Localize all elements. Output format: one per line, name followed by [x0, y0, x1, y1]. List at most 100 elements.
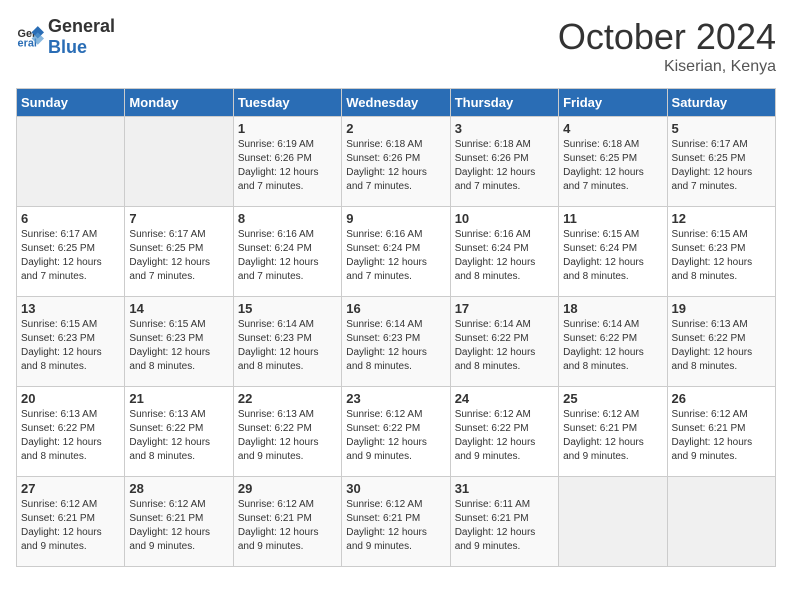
day-info: Sunrise: 6:19 AMSunset: 6:26 PMDaylight:… [238, 139, 319, 192]
day-number: 17 [455, 301, 554, 316]
calendar-cell: 10 Sunrise: 6:16 AMSunset: 6:24 PMDaylig… [450, 207, 558, 297]
day-number: 5 [672, 121, 771, 136]
day-info: Sunrise: 6:16 AMSunset: 6:24 PMDaylight:… [455, 229, 536, 282]
calendar-cell: 22 Sunrise: 6:13 AMSunset: 6:22 PMDaylig… [233, 387, 341, 477]
day-info: Sunrise: 6:15 AMSunset: 6:23 PMDaylight:… [672, 229, 753, 282]
calendar-cell: 25 Sunrise: 6:12 AMSunset: 6:21 PMDaylig… [559, 387, 667, 477]
day-info: Sunrise: 6:12 AMSunset: 6:21 PMDaylight:… [21, 499, 102, 552]
day-info: Sunrise: 6:12 AMSunset: 6:21 PMDaylight:… [129, 499, 210, 552]
day-number: 3 [455, 121, 554, 136]
day-number: 24 [455, 391, 554, 406]
day-info: Sunrise: 6:18 AMSunset: 6:25 PMDaylight:… [563, 139, 644, 192]
day-info: Sunrise: 6:12 AMSunset: 6:22 PMDaylight:… [455, 409, 536, 462]
day-info: Sunrise: 6:17 AMSunset: 6:25 PMDaylight:… [129, 229, 210, 282]
calendar-cell: 14 Sunrise: 6:15 AMSunset: 6:23 PMDaylig… [125, 297, 233, 387]
day-number: 22 [238, 391, 337, 406]
day-number: 27 [21, 481, 120, 496]
day-number: 7 [129, 211, 228, 226]
title-area: October 2024 Kiserian, Kenya [558, 16, 776, 76]
day-number: 28 [129, 481, 228, 496]
calendar-cell: 7 Sunrise: 6:17 AMSunset: 6:25 PMDayligh… [125, 207, 233, 297]
calendar-cell: 31 Sunrise: 6:11 AMSunset: 6:21 PMDaylig… [450, 477, 558, 567]
day-info: Sunrise: 6:13 AMSunset: 6:22 PMDaylight:… [672, 319, 753, 372]
day-info: Sunrise: 6:16 AMSunset: 6:24 PMDaylight:… [346, 229, 427, 282]
calendar-cell [667, 477, 775, 567]
day-info: Sunrise: 6:14 AMSunset: 6:22 PMDaylight:… [455, 319, 536, 372]
calendar-cell: 24 Sunrise: 6:12 AMSunset: 6:22 PMDaylig… [450, 387, 558, 477]
calendar-cell: 20 Sunrise: 6:13 AMSunset: 6:22 PMDaylig… [17, 387, 125, 477]
day-info: Sunrise: 6:18 AMSunset: 6:26 PMDaylight:… [455, 139, 536, 192]
day-info: Sunrise: 6:15 AMSunset: 6:23 PMDaylight:… [129, 319, 210, 372]
calendar-week-row: 27 Sunrise: 6:12 AMSunset: 6:21 PMDaylig… [17, 477, 776, 567]
day-info: Sunrise: 6:11 AMSunset: 6:21 PMDaylight:… [455, 499, 536, 552]
calendar-cell [559, 477, 667, 567]
day-info: Sunrise: 6:14 AMSunset: 6:23 PMDaylight:… [238, 319, 319, 372]
calendar-cell: 18 Sunrise: 6:14 AMSunset: 6:22 PMDaylig… [559, 297, 667, 387]
day-info: Sunrise: 6:13 AMSunset: 6:22 PMDaylight:… [21, 409, 102, 462]
calendar-cell [125, 117, 233, 207]
page-header: Gen eral General Blue October 2024 Kiser… [16, 16, 776, 76]
calendar-week-row: 1 Sunrise: 6:19 AMSunset: 6:26 PMDayligh… [17, 117, 776, 207]
calendar-cell: 3 Sunrise: 6:18 AMSunset: 6:26 PMDayligh… [450, 117, 558, 207]
day-number: 1 [238, 121, 337, 136]
calendar-cell: 30 Sunrise: 6:12 AMSunset: 6:21 PMDaylig… [342, 477, 450, 567]
day-number: 13 [21, 301, 120, 316]
calendar-cell: 16 Sunrise: 6:14 AMSunset: 6:23 PMDaylig… [342, 297, 450, 387]
calendar-cell [17, 117, 125, 207]
col-friday: Friday [559, 89, 667, 117]
calendar-cell: 1 Sunrise: 6:19 AMSunset: 6:26 PMDayligh… [233, 117, 341, 207]
logo-icon: Gen eral [16, 23, 44, 51]
calendar-cell: 15 Sunrise: 6:14 AMSunset: 6:23 PMDaylig… [233, 297, 341, 387]
calendar-cell: 19 Sunrise: 6:13 AMSunset: 6:22 PMDaylig… [667, 297, 775, 387]
calendar-cell: 5 Sunrise: 6:17 AMSunset: 6:25 PMDayligh… [667, 117, 775, 207]
day-info: Sunrise: 6:17 AMSunset: 6:25 PMDaylight:… [21, 229, 102, 282]
logo-general: General [48, 16, 115, 36]
day-info: Sunrise: 6:14 AMSunset: 6:23 PMDaylight:… [346, 319, 427, 372]
day-number: 30 [346, 481, 445, 496]
day-number: 2 [346, 121, 445, 136]
calendar-week-row: 13 Sunrise: 6:15 AMSunset: 6:23 PMDaylig… [17, 297, 776, 387]
month-title: October 2024 [558, 16, 776, 58]
col-wednesday: Wednesday [342, 89, 450, 117]
col-tuesday: Tuesday [233, 89, 341, 117]
calendar-cell: 26 Sunrise: 6:12 AMSunset: 6:21 PMDaylig… [667, 387, 775, 477]
col-monday: Monday [125, 89, 233, 117]
day-number: 9 [346, 211, 445, 226]
calendar-cell: 21 Sunrise: 6:13 AMSunset: 6:22 PMDaylig… [125, 387, 233, 477]
calendar-cell: 2 Sunrise: 6:18 AMSunset: 6:26 PMDayligh… [342, 117, 450, 207]
logo-text: General Blue [48, 16, 115, 58]
day-number: 26 [672, 391, 771, 406]
day-number: 10 [455, 211, 554, 226]
day-info: Sunrise: 6:12 AMSunset: 6:21 PMDaylight:… [563, 409, 644, 462]
day-number: 19 [672, 301, 771, 316]
calendar-cell: 4 Sunrise: 6:18 AMSunset: 6:25 PMDayligh… [559, 117, 667, 207]
day-number: 31 [455, 481, 554, 496]
day-number: 15 [238, 301, 337, 316]
day-info: Sunrise: 6:12 AMSunset: 6:21 PMDaylight:… [238, 499, 319, 552]
calendar-cell: 9 Sunrise: 6:16 AMSunset: 6:24 PMDayligh… [342, 207, 450, 297]
col-sunday: Sunday [17, 89, 125, 117]
day-number: 6 [21, 211, 120, 226]
day-number: 23 [346, 391, 445, 406]
day-info: Sunrise: 6:15 AMSunset: 6:24 PMDaylight:… [563, 229, 644, 282]
calendar-cell: 11 Sunrise: 6:15 AMSunset: 6:24 PMDaylig… [559, 207, 667, 297]
day-info: Sunrise: 6:16 AMSunset: 6:24 PMDaylight:… [238, 229, 319, 282]
calendar-cell: 13 Sunrise: 6:15 AMSunset: 6:23 PMDaylig… [17, 297, 125, 387]
location-title: Kiserian, Kenya [558, 58, 776, 76]
calendar-week-row: 6 Sunrise: 6:17 AMSunset: 6:25 PMDayligh… [17, 207, 776, 297]
day-info: Sunrise: 6:14 AMSunset: 6:22 PMDaylight:… [563, 319, 644, 372]
logo-blue: Blue [48, 37, 87, 57]
day-number: 29 [238, 481, 337, 496]
calendar-cell: 12 Sunrise: 6:15 AMSunset: 6:23 PMDaylig… [667, 207, 775, 297]
col-thursday: Thursday [450, 89, 558, 117]
day-info: Sunrise: 6:18 AMSunset: 6:26 PMDaylight:… [346, 139, 427, 192]
day-number: 25 [563, 391, 662, 406]
day-info: Sunrise: 6:12 AMSunset: 6:21 PMDaylight:… [672, 409, 753, 462]
day-info: Sunrise: 6:12 AMSunset: 6:22 PMDaylight:… [346, 409, 427, 462]
day-number: 4 [563, 121, 662, 136]
day-info: Sunrise: 6:15 AMSunset: 6:23 PMDaylight:… [21, 319, 102, 372]
calendar-header-row: Sunday Monday Tuesday Wednesday Thursday… [17, 89, 776, 117]
calendar-cell: 8 Sunrise: 6:16 AMSunset: 6:24 PMDayligh… [233, 207, 341, 297]
day-number: 16 [346, 301, 445, 316]
day-number: 14 [129, 301, 228, 316]
